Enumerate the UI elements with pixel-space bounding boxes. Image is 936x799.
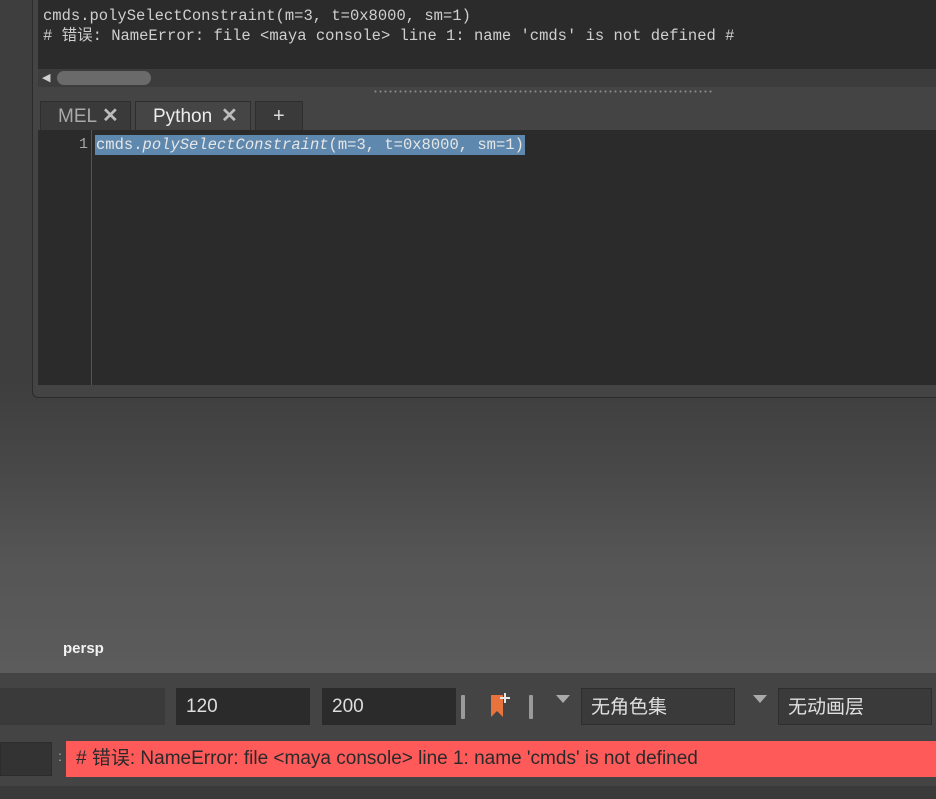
tab-mel[interactable]: MEL ✕ xyxy=(40,101,131,130)
history-pane[interactable]: cmds.polySelectConstraint(m=3, t=0x8000,… xyxy=(38,0,936,69)
character-set-dropdown[interactable]: 无角色集 xyxy=(581,688,735,725)
plus-icon: + xyxy=(273,105,285,127)
add-tab-button[interactable]: + xyxy=(255,101,303,130)
animation-layer-dropdown[interactable]: 无动画层 xyxy=(778,688,932,725)
command-result-error[interactable]: # 错误: NameError: file <maya console> lin… xyxy=(66,741,936,777)
selected-code-line[interactable]: cmds.polySelectConstraint(m=3, t=0x8000,… xyxy=(95,135,525,155)
dropdown-arrow-icon[interactable] xyxy=(753,695,767,703)
command-separator: : xyxy=(58,748,62,764)
help-line xyxy=(0,786,936,799)
scrollbar-thumb[interactable] xyxy=(57,71,151,85)
history-error-line: # 错误: NameError: file <maya console> lin… xyxy=(43,27,735,45)
range-slider-bar: 120 200 无角色集 无动画层 xyxy=(0,672,936,737)
line-number-gutter: 1 xyxy=(38,130,92,385)
bookmark-add-icon[interactable] xyxy=(489,691,513,721)
line-number: 1 xyxy=(78,136,88,153)
tab-python[interactable]: Python ✕ xyxy=(135,101,251,130)
command-line-bar: : # 错误: NameError: file <maya console> l… xyxy=(0,736,936,786)
code-object: cmds. xyxy=(96,136,143,154)
script-editor-window: cmds.polySelectConstraint(m=3, t=0x8000,… xyxy=(32,0,936,398)
tab-label: MEL xyxy=(58,106,98,127)
close-icon[interactable]: ✕ xyxy=(221,102,238,131)
script-input-area[interactable]: 1 cmds.polySelectConstraint(m=3, t=0x800… xyxy=(38,130,936,385)
playback-start-field[interactable] xyxy=(0,688,165,725)
scroll-left-arrow-icon[interactable]: ◀ xyxy=(42,72,50,84)
command-input-field[interactable] xyxy=(0,742,52,776)
close-icon[interactable]: ✕ xyxy=(102,102,119,131)
animation-end-field[interactable]: 200 xyxy=(322,688,456,725)
separator-handle-icon xyxy=(461,695,465,719)
tab-label: Python xyxy=(153,106,213,127)
viewport-camera-label: persp xyxy=(63,640,104,657)
code-args: (m=3, t=0x8000, sm=1) xyxy=(328,136,524,154)
code-function: polySelectConstraint xyxy=(142,136,329,154)
dropdown-arrow-icon[interactable] xyxy=(556,695,570,703)
range-end-field[interactable]: 120 xyxy=(176,688,310,725)
separator-handle-icon xyxy=(529,695,533,719)
history-line: cmds.polySelectConstraint(m=3, t=0x8000,… xyxy=(43,7,471,25)
pane-splitter-handle[interactable] xyxy=(373,89,713,95)
history-horizontal-scrollbar[interactable]: ◀ xyxy=(38,69,936,87)
